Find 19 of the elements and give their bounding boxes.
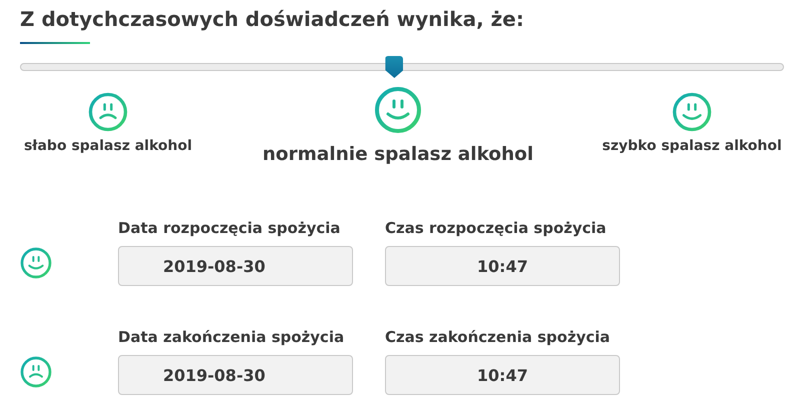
smiley-face-icon [20, 247, 52, 279]
field-label: Data zakończenia spożycia [118, 328, 346, 346]
smiley-face-icon [374, 86, 422, 134]
field-label: Data rozpoczęcia spożycia [118, 219, 342, 237]
field-label: Czas rozpoczęcia spożycia [385, 219, 608, 237]
field-label: Czas zakończenia spożycia [385, 328, 612, 346]
slider[interactable] [20, 56, 784, 80]
sad-face-icon [88, 92, 128, 132]
date-field[interactable]: 2019-08-30 [118, 355, 353, 395]
smiley-face-icon [672, 92, 712, 132]
date-field[interactable]: 2019-08-30 [118, 246, 353, 286]
time-field[interactable]: 10:47 [385, 246, 620, 286]
time-field[interactable]: 10:47 [385, 355, 620, 395]
option-label[interactable]: słabo spalasz alkohol [24, 138, 192, 154]
option-label[interactable]: szybko spalasz alkohol [602, 138, 782, 154]
option-label[interactable]: normalnie spalasz alkohol [262, 144, 534, 165]
section-title: Z dotychczasowych doświadczeń wynika, że: [20, 6, 525, 32]
sad-face-icon [20, 356, 52, 388]
slider-thumb[interactable] [385, 56, 404, 78]
